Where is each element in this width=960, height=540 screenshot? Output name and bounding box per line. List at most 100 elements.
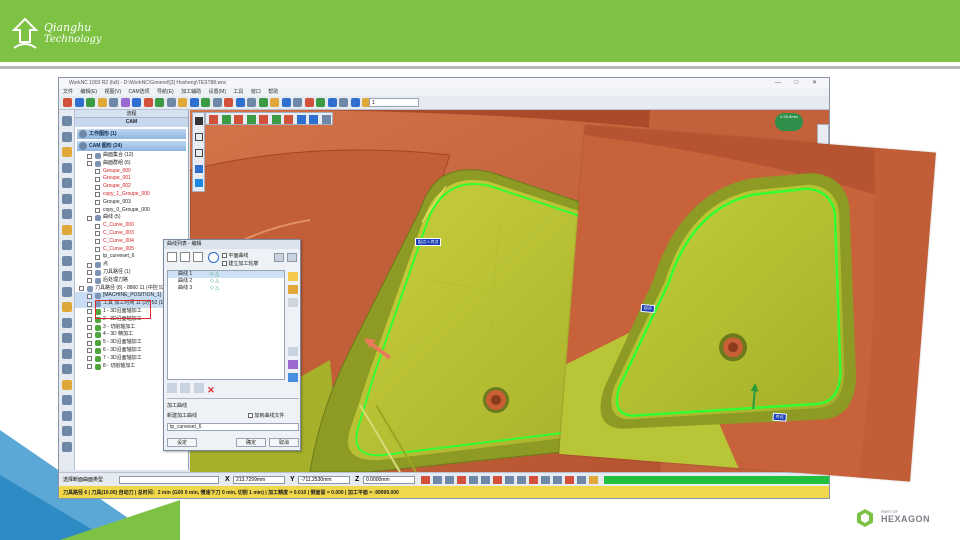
view-cube-icon[interactable] <box>296 115 306 124</box>
y-coordinate[interactable]: -711.2530mm <box>298 476 350 484</box>
tree-checkbox[interactable] <box>87 325 92 331</box>
view-cube-icon[interactable] <box>309 115 318 124</box>
menu-nav[interactable]: 导航(E) <box>157 89 174 95</box>
side-tool-icon[interactable] <box>62 333 72 343</box>
join-icon[interactable] <box>193 383 204 393</box>
side-tool-icon[interactable] <box>62 426 72 436</box>
tree-checkbox[interactable] <box>87 364 92 370</box>
view-cube-icon[interactable] <box>284 115 293 124</box>
toolbar-tool-icon[interactable] <box>293 98 302 107</box>
tree-checkbox[interactable] <box>95 176 100 182</box>
section-work-graphics[interactable]: 工作图形 (1) <box>77 129 186 139</box>
side-tool-icon[interactable] <box>62 302 72 312</box>
toolbar-tool-icon[interactable] <box>63 98 72 107</box>
extend-icon[interactable] <box>180 383 191 393</box>
toolbar-tool-icon[interactable] <box>327 98 337 107</box>
tree-item[interactable]: Groupe_000 <box>75 168 188 176</box>
side-tool-icon[interactable] <box>62 364 72 374</box>
toolbar-tool-icon[interactable] <box>224 98 233 107</box>
side-tool-icon[interactable] <box>62 441 72 452</box>
tree-checkbox[interactable] <box>95 254 100 260</box>
toolbar-tool-icon[interactable] <box>316 98 325 107</box>
toolbar-tool-icon[interactable] <box>132 98 141 107</box>
side-tool-icon[interactable] <box>62 116 72 126</box>
tree-checkbox[interactable] <box>95 184 100 190</box>
menu-window[interactable]: 窗口 <box>251 89 261 95</box>
tree-item[interactable]: Groupe_002 <box>75 183 188 191</box>
side-tool-icon[interactable] <box>62 255 72 266</box>
snap-tool-icon[interactable] <box>481 476 490 484</box>
toolbar-tool-icon[interactable] <box>86 98 95 107</box>
plane-curve-option[interactable]: 平面曲线 <box>222 252 248 259</box>
toolbar-tool-icon[interactable] <box>143 98 153 107</box>
toolbar-tool-icon[interactable] <box>339 98 348 107</box>
x-coordinate[interactable]: 213.7299mm <box>233 476 285 484</box>
side-tool-icon[interactable] <box>62 395 72 405</box>
curve-name-input[interactable]: tp_curveset_6 <box>167 423 299 431</box>
side-tool-icon[interactable] <box>62 240 72 250</box>
circle-tool-icon[interactable] <box>208 252 219 263</box>
delete-icon[interactable]: ✕ <box>207 385 217 395</box>
snap-tool-icon[interactable] <box>457 476 466 484</box>
edit-icon[interactable] <box>288 347 298 356</box>
snap-tool-icon[interactable] <box>445 476 454 484</box>
toolbar-tool-icon[interactable] <box>212 98 222 107</box>
window-controls[interactable]: — □ ✕ <box>775 78 823 88</box>
menu-settings[interactable]: 设置(M) <box>209 89 227 95</box>
tree-checkbox[interactable] <box>87 161 92 167</box>
snap-tool-icon[interactable] <box>433 476 442 484</box>
trim-icon[interactable] <box>167 383 177 393</box>
checkbox[interactable] <box>222 253 227 259</box>
list-item[interactable]: 曲线 2 ◇ △ <box>168 278 284 285</box>
tree-item[interactable]: copy_1_Groupe_000 <box>75 191 188 199</box>
side-tool-icon[interactable] <box>62 162 72 173</box>
tree-checkbox[interactable] <box>87 293 92 299</box>
toolbar-tool-icon[interactable] <box>166 98 176 107</box>
list-item[interactable]: 曲线 3 ◇ △ <box>168 285 284 292</box>
side-tool-icon[interactable] <box>62 147 72 157</box>
up-icon[interactable] <box>288 272 298 281</box>
view-cube-icon[interactable] <box>321 115 331 124</box>
list-icon[interactable] <box>288 285 298 294</box>
mode-select[interactable] <box>119 476 219 484</box>
tree-item[interactable]: 曲线 (5) <box>75 214 188 222</box>
menu-assist[interactable]: 加工辅助 <box>181 89 201 95</box>
tree-checkbox[interactable] <box>95 192 100 198</box>
shaded-cube-icon[interactable] <box>195 165 203 173</box>
side-tool-icon[interactable] <box>62 410 72 421</box>
menu-view[interactable]: 视图(V) <box>104 89 121 95</box>
toolbar-tool-icon[interactable] <box>155 98 164 107</box>
snap-tool-icon[interactable] <box>541 476 550 484</box>
rect-tool-icon[interactable] <box>193 252 203 262</box>
tree-checkbox[interactable] <box>87 153 92 159</box>
toolbar-tool-icon[interactable] <box>350 98 360 107</box>
tree-checkbox[interactable] <box>95 200 100 206</box>
tree-checkbox[interactable] <box>87 317 92 323</box>
tree-checkbox[interactable] <box>87 262 92 268</box>
list-item[interactable]: 曲线 1 ◇ △ <box>168 271 284 278</box>
snap-tool-icon[interactable] <box>553 476 562 484</box>
side-tool-icon[interactable] <box>62 271 72 281</box>
toolbar-tool-icon[interactable] <box>120 98 130 107</box>
toolbar-tool-icon[interactable] <box>258 98 268 107</box>
section-cam-graphics[interactable]: CAM 图形 (24) <box>77 141 186 151</box>
side-tool-icon[interactable] <box>62 348 72 359</box>
tree-checkbox[interactable] <box>87 309 92 315</box>
tree-item[interactable]: C_Curve_000 <box>75 222 188 230</box>
layer-select[interactable]: 1 <box>369 98 419 107</box>
side-tool-icon[interactable] <box>62 224 72 235</box>
toolbar-tool-icon[interactable] <box>178 98 187 107</box>
solid-cube-icon[interactable] <box>195 179 203 187</box>
view-cube-icon[interactable] <box>234 115 243 124</box>
menu-icon[interactable] <box>195 117 203 125</box>
toolbar-tool-icon[interactable] <box>304 98 314 107</box>
side-tool-icon[interactable] <box>62 209 72 219</box>
side-tool-icon[interactable] <box>62 379 72 390</box>
snap-tool-icon[interactable] <box>577 476 586 484</box>
side-tool-icon[interactable] <box>62 317 72 328</box>
menu-help[interactable]: 帮助 <box>268 89 278 95</box>
tree-checkbox[interactable] <box>87 332 92 338</box>
tree-checkbox[interactable] <box>95 247 100 253</box>
tree-checkbox[interactable] <box>87 270 92 276</box>
settings-button[interactable]: 设定 <box>167 438 197 447</box>
